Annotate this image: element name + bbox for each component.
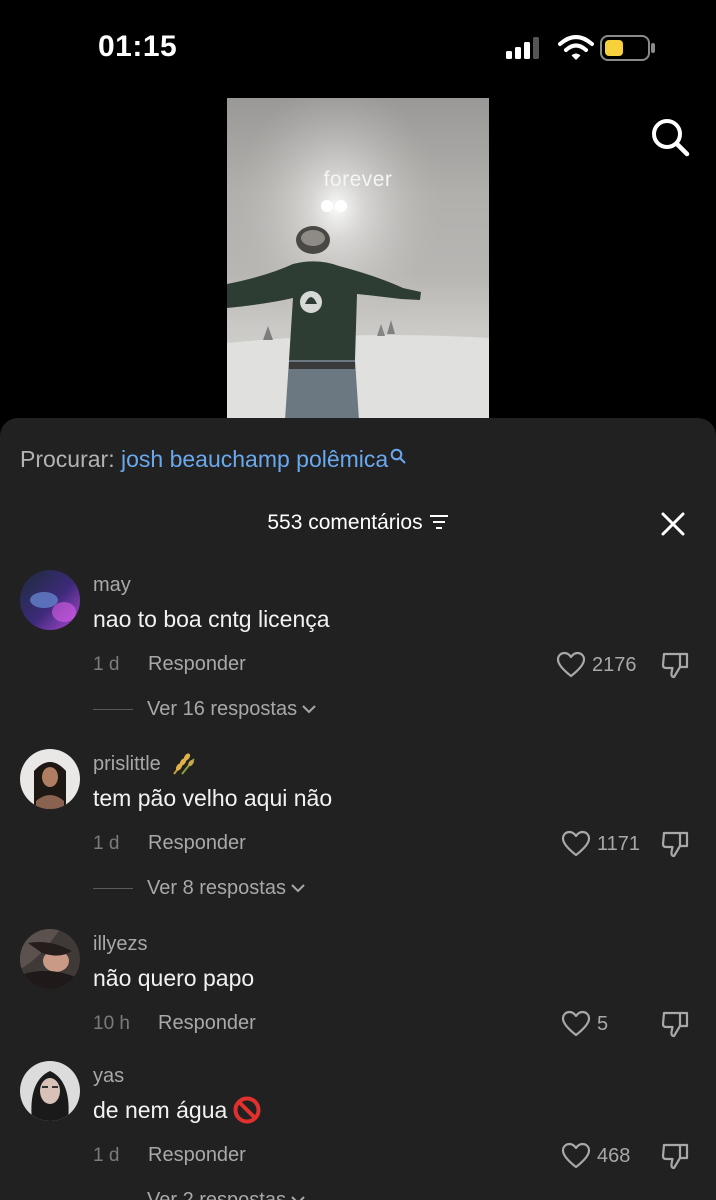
comment-text: de nem água — [93, 1096, 261, 1124]
like-count: 468 — [597, 1144, 631, 1167]
comment-username[interactable]: illyezs — [93, 933, 147, 956]
video-frame — [227, 98, 489, 420]
dislike-icon[interactable] — [660, 829, 692, 859]
comment-text: nao to boa cntg licença — [93, 606, 330, 632]
video-caption: forever — [323, 168, 393, 191]
reply-button[interactable]: Responder — [148, 832, 246, 855]
reply-button[interactable]: Responder — [148, 1144, 246, 1167]
comment-text-content: de nem água — [93, 1097, 228, 1123]
comments-header: 553 comentários — [0, 511, 716, 535]
view-replies-button[interactable]: Ver 8 respostas — [93, 875, 306, 901]
comment-time: 10 h — [93, 1013, 130, 1034]
divider-line — [93, 887, 133, 889]
comment-username[interactable]: prislittle — [93, 753, 198, 776]
like-button[interactable]: 5 — [561, 1009, 608, 1039]
comment-username[interactable]: may — [93, 574, 131, 597]
small-search-icon — [390, 448, 406, 464]
chevron-down-icon — [291, 884, 305, 893]
divider-line — [93, 708, 133, 710]
avatar[interactable] — [20, 749, 80, 809]
sort-filter-icon[interactable] — [429, 514, 449, 530]
avatar[interactable] — [20, 570, 80, 630]
comment-time: 1 d — [93, 654, 120, 675]
search-suggestion-label: Procurar: — [20, 446, 115, 472]
reply-button[interactable]: Responder — [158, 1012, 256, 1035]
search-suggestion-query[interactable]: josh beauchamp polêmica — [121, 446, 388, 472]
prohibited-icon — [233, 1096, 261, 1124]
dislike-icon[interactable] — [660, 1141, 692, 1171]
avatar[interactable] — [20, 1061, 80, 1121]
comments-sheet: Procurar: josh beauchamp polêmica 553 co… — [0, 418, 716, 1200]
like-count: 2176 — [592, 653, 637, 676]
heart-icon — [561, 1010, 591, 1037]
like-count: 5 — [597, 1012, 609, 1035]
heart-icon — [561, 1142, 591, 1169]
comment-username[interactable]: yas — [93, 1065, 124, 1088]
battery-icon — [600, 35, 655, 61]
comment-username-text[interactable]: prislittle — [93, 753, 161, 775]
like-button[interactable]: 1171 — [561, 829, 640, 859]
view-replies-button[interactable]: Ver 2 respostas — [93, 1187, 306, 1200]
comment-time: 1 d — [93, 833, 120, 854]
chevron-down-icon — [302, 705, 316, 714]
wifi-icon — [558, 35, 594, 60]
status-icons — [506, 34, 656, 64]
chevron-down-icon — [291, 1196, 305, 1200]
like-button[interactable]: 468 — [561, 1141, 630, 1171]
search-suggestion[interactable]: Procurar: josh beauchamp polêmica — [20, 446, 406, 473]
comment-time: 1 d — [93, 1145, 120, 1166]
close-icon[interactable] — [660, 511, 686, 537]
video-preview[interactable]: forever — [227, 98, 489, 420]
like-button[interactable]: 2176 — [556, 650, 637, 680]
wheat-icon — [173, 753, 196, 775]
comments-count: 553 comentários — [267, 511, 423, 534]
heart-icon — [561, 830, 591, 857]
like-count: 1171 — [597, 832, 641, 855]
status-time: 01:15 — [98, 30, 178, 63]
comment-text: não quero papo — [93, 965, 255, 991]
dislike-icon[interactable] — [660, 1009, 692, 1039]
reply-button[interactable]: Responder — [148, 653, 246, 676]
view-replies-label: Ver 2 respostas — [147, 1188, 286, 1200]
avatar[interactable] — [20, 929, 80, 989]
screen: 01:15 forever Procurar: josh beauchamp p… — [0, 0, 716, 1200]
search-icon[interactable] — [650, 117, 690, 157]
heart-icon — [556, 651, 586, 678]
view-replies-label: Ver 8 respostas — [147, 876, 286, 899]
view-replies-label: Ver 16 respostas — [147, 697, 298, 720]
dislike-icon[interactable] — [660, 650, 692, 680]
view-replies-button[interactable]: Ver 16 respostas — [93, 696, 317, 722]
comment-text: tem pão velho aqui não — [93, 785, 333, 811]
cellular-signal-icon — [506, 37, 539, 59]
